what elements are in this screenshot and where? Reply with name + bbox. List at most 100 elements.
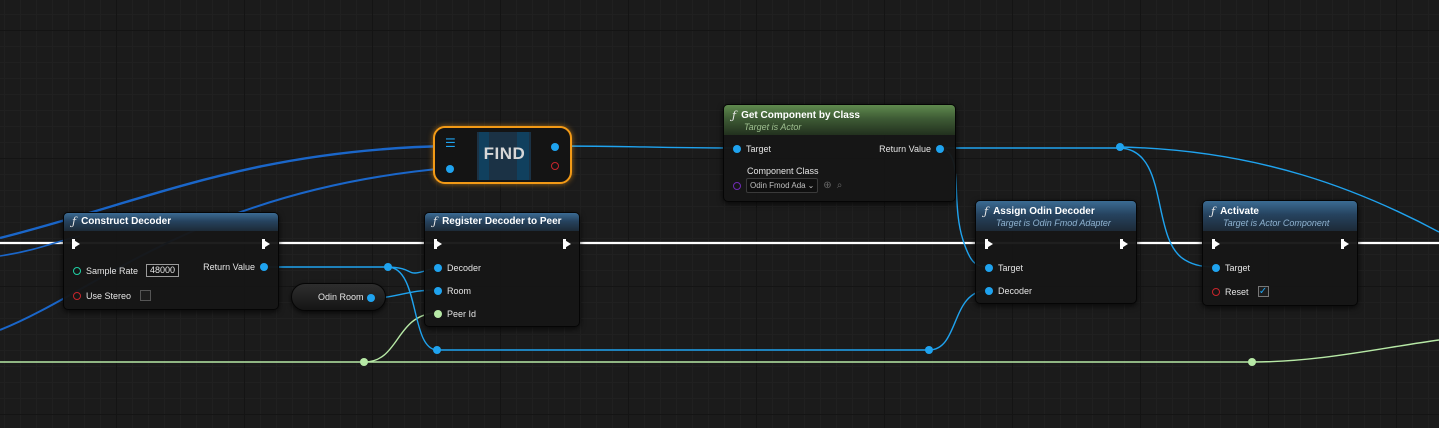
pin-label: Sample Rate bbox=[86, 265, 139, 276]
find-input-pin[interactable] bbox=[446, 165, 454, 173]
reset-pin[interactable]: Reset ✓ bbox=[1212, 286, 1269, 297]
exec-in-icon bbox=[72, 239, 80, 249]
pin-label: Decoder bbox=[447, 263, 482, 273]
node-title: Register Decoder to Peer bbox=[442, 216, 562, 227]
activate-node[interactable]: ƒ Activate Target is Actor Component Tar… bbox=[1202, 200, 1358, 306]
sample-rate-pin[interactable]: Sample Rate 48000 bbox=[73, 264, 180, 277]
node-subtitle: Target is Odin Fmod Adapter bbox=[996, 218, 1111, 228]
function-icon: ƒ bbox=[732, 109, 737, 122]
pin-label: Decoder bbox=[998, 286, 1033, 296]
object-pin-icon bbox=[936, 145, 944, 153]
node-header: ƒ Activate Target is Actor Component bbox=[1203, 201, 1357, 231]
decoder-return-wire[interactable] bbox=[262, 266, 438, 274]
object-pin-icon bbox=[985, 287, 993, 295]
exec-out-pin[interactable] bbox=[563, 239, 571, 249]
node-title: Construct Decoder bbox=[81, 216, 172, 227]
node-subtitle: Target is Actor bbox=[744, 122, 802, 132]
pin-label: Room bbox=[447, 286, 472, 296]
return-value-pin[interactable]: Return Value bbox=[879, 144, 944, 154]
use-stereo-checkbox[interactable] bbox=[140, 290, 152, 301]
pin-label: Return Value bbox=[203, 262, 255, 272]
exec-out-pin[interactable] bbox=[1120, 239, 1128, 249]
function-icon: ƒ bbox=[72, 215, 77, 228]
pin-label: Target bbox=[746, 144, 772, 154]
exec-out-icon bbox=[1120, 239, 1128, 249]
assign-odin-decoder-node[interactable]: ƒ Assign Odin Decoder Target is Odin Fmo… bbox=[975, 200, 1137, 304]
node-header: ƒ Get Component by Class Target is Actor bbox=[724, 105, 955, 135]
construct-decoder-node[interactable]: ƒ Construct Decoder Sample Rate 48000 Re… bbox=[63, 212, 279, 310]
exec-in-icon bbox=[434, 239, 442, 249]
component-class-dropdown[interactable]: Odin Fmod Ada ⌄ bbox=[746, 178, 819, 193]
pin-label: Component Class bbox=[747, 166, 819, 176]
reset-checkbox[interactable]: ✓ bbox=[1257, 286, 1269, 297]
find-output-wire[interactable] bbox=[555, 145, 738, 149]
find-label: FIND bbox=[483, 144, 526, 163]
reroute-knot[interactable] bbox=[360, 358, 368, 366]
use-selected-icon[interactable]: ⊕ bbox=[823, 180, 831, 191]
reroute-knot[interactable] bbox=[384, 263, 392, 271]
reroute-knot[interactable] bbox=[1116, 143, 1124, 151]
node-title: Get Component by Class bbox=[741, 110, 860, 121]
exec-in-pin[interactable] bbox=[434, 239, 442, 249]
variable-label: Odin Room bbox=[318, 292, 364, 302]
exec-in-pin[interactable] bbox=[72, 239, 80, 249]
exec-out-icon bbox=[563, 239, 571, 249]
decoder-pin[interactable]: Decoder bbox=[434, 263, 481, 273]
node-subtitle: Target is Actor Component bbox=[1223, 218, 1330, 228]
browse-search-icon[interactable]: ⌕ bbox=[837, 180, 843, 191]
component-class-pin[interactable]: Odin Fmod Ada ⌄ ⊕ ⌕ bbox=[733, 178, 842, 193]
exec-out-pin[interactable] bbox=[262, 239, 270, 249]
object-pin-icon bbox=[260, 263, 268, 271]
peer-id-wire[interactable] bbox=[0, 312, 437, 363]
exec-in-pin[interactable] bbox=[1212, 239, 1220, 249]
use-stereo-pin[interactable]: Use Stereo bbox=[73, 290, 152, 301]
register-decoder-node[interactable]: ƒ Register Decoder to Peer Decoder Room … bbox=[424, 212, 580, 327]
target-pin[interactable]: Target bbox=[985, 263, 1023, 273]
object-pin-icon bbox=[434, 287, 442, 295]
component-class-label-row: Component Class bbox=[747, 166, 819, 176]
exec-out-pin[interactable] bbox=[1341, 239, 1349, 249]
bool-pin-icon bbox=[1212, 287, 1220, 296]
node-header: ƒ Register Decoder to Peer bbox=[425, 213, 579, 231]
pin-label: Reset bbox=[1225, 286, 1249, 297]
exec-out-icon bbox=[262, 239, 270, 249]
pin-label: Target bbox=[1225, 263, 1251, 273]
peer-id-passthrough-wire[interactable] bbox=[364, 339, 1439, 363]
int-pin-icon bbox=[73, 266, 81, 275]
pin-label: Target bbox=[998, 263, 1024, 273]
node-title: Activate bbox=[1220, 206, 1259, 217]
find-node[interactable]: ☰ FIND bbox=[433, 126, 572, 184]
dropdown-value: Odin Fmod Ada bbox=[750, 181, 806, 190]
reroute-knot[interactable] bbox=[925, 346, 933, 354]
bool-pin-icon bbox=[73, 291, 81, 300]
function-icon: ƒ bbox=[984, 205, 989, 218]
exec-in-pin[interactable] bbox=[985, 239, 993, 249]
peer-id-pin[interactable]: Peer Id bbox=[434, 309, 476, 319]
object-pin-icon bbox=[733, 145, 741, 153]
target-pin[interactable]: Target bbox=[1212, 263, 1250, 273]
room-pin[interactable]: Room bbox=[434, 286, 471, 296]
class-pin-icon bbox=[733, 181, 741, 190]
struct-pin-icon bbox=[434, 310, 442, 318]
node-header: ƒ Construct Decoder bbox=[64, 213, 278, 231]
object-pin-icon bbox=[985, 264, 993, 272]
pin-label: Use Stereo bbox=[86, 290, 132, 301]
target-pin[interactable]: Target bbox=[733, 144, 771, 154]
sample-rate-input[interactable]: 48000 bbox=[146, 264, 180, 277]
reroute-knot[interactable] bbox=[433, 346, 441, 354]
function-icon: ƒ bbox=[433, 215, 438, 228]
exec-in-icon bbox=[985, 239, 993, 249]
object-pin-icon bbox=[434, 264, 442, 272]
return-value-pin[interactable]: Return Value bbox=[203, 262, 268, 272]
pin-label: Peer Id bbox=[447, 309, 477, 319]
chevron-down-icon: ⌄ bbox=[807, 181, 815, 190]
odin-room-output-pin[interactable] bbox=[367, 294, 375, 302]
get-component-by-class-node[interactable]: ƒ Get Component by Class Target is Actor… bbox=[723, 104, 956, 202]
odin-room-variable-node[interactable]: Odin Room bbox=[291, 283, 386, 311]
reroute-knot[interactable] bbox=[1248, 358, 1256, 366]
function-icon: ƒ bbox=[1211, 205, 1216, 218]
pin-label: Return Value bbox=[879, 144, 931, 154]
node-header: ƒ Assign Odin Decoder Target is Odin Fmo… bbox=[976, 201, 1136, 231]
decoder-pin[interactable]: Decoder bbox=[985, 286, 1032, 296]
exec-in-icon bbox=[1212, 239, 1220, 249]
